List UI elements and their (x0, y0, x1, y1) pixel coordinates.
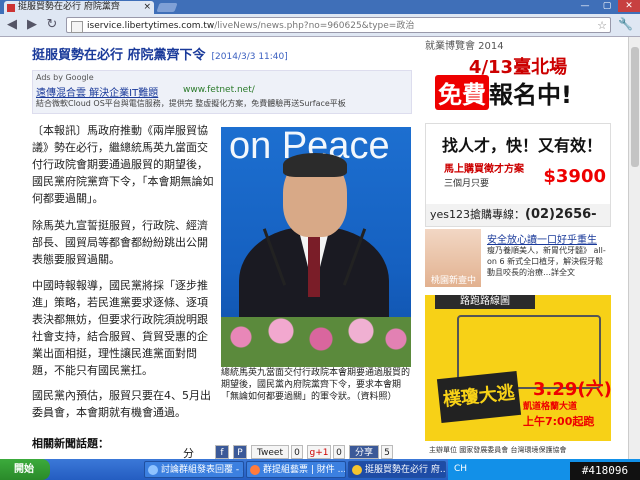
ad3-photo-label: 桃園新壹中 (431, 276, 477, 286)
article-photo[interactable]: on Peace (221, 127, 411, 367)
ad4-note2: 上午7:00起跑 (523, 415, 595, 428)
reload-icon[interactable]: ↻ (44, 17, 60, 33)
photo-flowers (221, 317, 411, 367)
ad3-title-link[interactable]: 安全放心讀一口好乎重生 (487, 231, 597, 246)
start-button[interactable]: 開始 (0, 459, 50, 480)
article-date: [2014/3/3 11:40] (211, 52, 288, 62)
tweet-button[interactable]: Tweet (251, 445, 289, 459)
taskbar-item[interactable]: 討論群組發表回覆 - ... (144, 461, 244, 478)
article-paragraph: 中國時報報導，國民黨將採「逐步推進」策略，若民進黨要求逐條、逐項表決都無妨，但要… (32, 279, 208, 377)
close-tab-icon[interactable]: × (143, 1, 151, 14)
new-tab-button[interactable] (156, 3, 178, 12)
firefox-icon (250, 465, 260, 475)
article-headline: 挺服貿勢在必行 府院黨齊下令 [2014/3/3 11:40] (32, 44, 288, 63)
close-window-icon[interactable]: ✕ (618, 0, 640, 12)
ad4-title: 路跑路線圖 (435, 295, 535, 309)
ad-description: 結合微軟Cloud OS平台與電信服務，提供完 整虛擬化方案，免費體驗再送Sur… (36, 99, 346, 108)
bookmark-star-icon[interactable]: ☆ (597, 18, 607, 34)
browser-toolbar: ◀ ▶ ↻ iservice.libertytimes.com.tw/liveN… (0, 14, 640, 37)
gplus-count: 0 (333, 445, 345, 459)
browser-tab[interactable]: 挺服貿勢在必行 府院黨齊 × (4, 1, 154, 14)
dental-ad[interactable]: 桃園新壹中 安全放心讀一口好乎重生 瘦乃養順美人，新胃代牙髓》 all-on 6… (425, 229, 611, 293)
photo-caption: 總統馬英九當面交付行政院本會期要通過服貿的期望後，國民黨內府院黨齊下令，要求本會… (221, 368, 411, 402)
page-icon (71, 21, 83, 33)
taskbar-item[interactable]: 群提組藝票 | 財件 ... (246, 461, 346, 478)
image-tag: #418096 (570, 462, 640, 480)
maximize-icon[interactable]: ▢ (596, 0, 618, 12)
ad-title-link[interactable]: 遠傳混合雲 解決企業IT難題 (36, 84, 158, 99)
headline-text: 挺服貿勢在必行 府院黨齊下令 (32, 48, 206, 63)
fb-share-button[interactable]: 分享 (349, 445, 379, 459)
scrollbar-thumb[interactable] (631, 47, 639, 167)
photo-tie (308, 237, 320, 297)
ad4-footer: 主辦單位 國家發展委員會 台灣環境保護協會 (425, 441, 611, 459)
tab-title: 挺服貿勢在必行 府院黨齊 (18, 2, 120, 12)
ad2-phone-bar: yes123搶購專線：(02)2656-1019 (426, 204, 610, 226)
job-fair-ad[interactable]: 就業博覽會 2014 4/13臺北場 免費 報名中! (425, 37, 611, 115)
taskbar-item-label: 討論群組發表回覆 - ... (161, 465, 244, 475)
article-paragraph: 除馬英九宣誓挺服貿，行政院、經濟部長、國貿局等都會都紛紛跳出公開表態要服貿過關。 (32, 219, 208, 266)
ad2-phone-label: yes123搶購專線： (430, 208, 526, 221)
gplus-button[interactable]: g+1 (307, 445, 331, 459)
browser-tab-bar: 挺服貿勢在必行 府院黨齊 × — ▢ ✕ (0, 0, 640, 14)
url-host: iservice.libertytimes.com.tw (87, 21, 215, 31)
ad-url[interactable]: www.fetnet.net/ (183, 85, 255, 95)
photo-hair (283, 153, 347, 177)
fb-share-count: 5 (381, 445, 393, 459)
chrome-icon (352, 465, 362, 475)
ad2-sub1: 馬上購買徵才方案 (444, 164, 524, 175)
url-path: /liveNews/news.php?no=960625&type=政治 (214, 21, 415, 31)
ad1-free-badge: 免費 (435, 75, 489, 110)
tweet-count: 0 (291, 445, 303, 459)
wrench-menu-icon[interactable]: 🔧 (618, 17, 633, 31)
windows-taskbar: 開始 討論群組發表回覆 - ... 群提組藝票 | 財件 ... 挺服貿勢在必行… (0, 459, 640, 480)
run-event-ad[interactable]: 路跑路線圖 樸瓊大逃殺 3.29(六) 凱道格蘭大道 上午7:00起跑 主辦單位… (425, 295, 611, 459)
taskbar-item-label: 群提組藝票 | 財件 ... (263, 465, 346, 475)
ad1-top-text: 就業博覽會 2014 (425, 41, 504, 52)
window-icon (148, 465, 158, 475)
ad3-description: 瘦乃養順美人，新胃代牙髓》 all-on 6 新式全口植牙，解決假牙鬆動且咬長的… (487, 246, 606, 277)
related-news-heading: 相關新聞話題： (32, 437, 109, 450)
vertical-scrollbar[interactable] (628, 37, 640, 459)
ad4-note1: 凱道格蘭大道 (523, 402, 578, 412)
ad2-headline: 找人才，快！又有效！ (442, 136, 603, 155)
ad4-date: 3.29(六) (533, 379, 611, 400)
ad1-line2: 免費 報名中! (435, 75, 572, 110)
article-paragraph: 國民黨內預估，服貿只要在4、5月出委員會，本會期就有機會通過。 (32, 389, 211, 419)
recruit-ad[interactable]: 找人才，快！又有效！ 馬上購買徵才方案 三個月只要 $3900 yes123搶購… (425, 123, 611, 227)
language-indicator[interactable]: CH (454, 464, 467, 474)
taskbar-item-label: 挺服貿勢在必行 府... (365, 465, 446, 475)
google-ad[interactable]: Ads by Google 遠傳混合雲 解決企業IT難題 www.fetnet.… (32, 70, 412, 114)
ad2-price: $3900 (543, 166, 606, 187)
forward-icon[interactable]: ▶ (24, 17, 40, 33)
minimize-icon[interactable]: — (574, 0, 596, 12)
taskbar-item-active[interactable]: 挺服貿勢在必行 府... (348, 461, 446, 478)
ad-by-label: Ads by Google (36, 73, 94, 82)
article-paragraph: 〔本報訊〕馬政府推動《兩岸服貿協議》勢在必行，繼總統馬英九當面交付行政院會期要通… (32, 124, 214, 205)
ad2-sub2: 三個月只要 (444, 179, 490, 189)
plurk-icon[interactable]: P (233, 445, 247, 459)
share-label: 分享： (183, 447, 194, 459)
ad1-register: 報名中! (489, 81, 572, 109)
page-content: 挺服貿勢在必行 府院黨齊下令 [2014/3/3 11:40] Ads by Go… (0, 37, 628, 459)
address-bar[interactable]: iservice.libertytimes.com.tw/liveNews/ne… (66, 17, 611, 33)
back-icon[interactable]: ◀ (4, 17, 20, 33)
favicon-icon (7, 4, 15, 12)
ad4-logo: 樸瓊大逃殺 (436, 370, 522, 452)
facebook-icon[interactable]: f (215, 445, 229, 459)
